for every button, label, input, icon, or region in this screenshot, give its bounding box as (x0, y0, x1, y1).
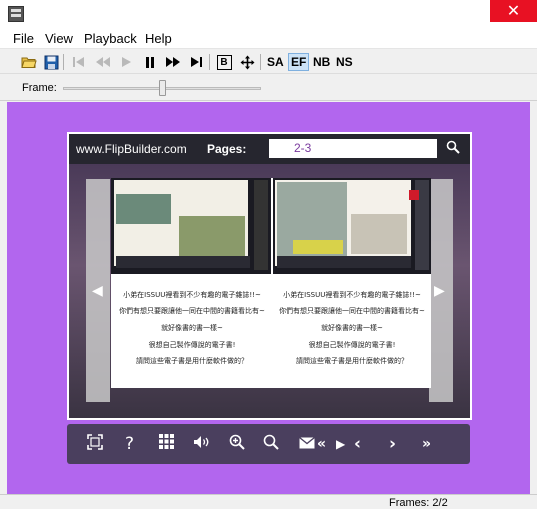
toolbar-separator (260, 54, 261, 70)
left-page-text-line: 小弟在ISSUU裡看到不少有趣的電子雜誌!!~ (123, 291, 261, 299)
last-page-icon[interactable]: » (422, 434, 431, 454)
thumbnails-icon[interactable] (159, 434, 174, 454)
flipbook-control-bar: ? « ▶ ‹ › » (67, 424, 470, 464)
next-page-arrow-icon[interactable]: ▶ (434, 283, 445, 299)
ns-button[interactable]: NS (334, 53, 355, 71)
flash-viewer: www.FlipBuilder.com Pages: 2-3 ◀ ▶ 小弟在IS… (7, 102, 530, 494)
menu-file[interactable]: File (13, 31, 34, 46)
pages-input[interactable]: 2-3 (269, 139, 437, 158)
cursor-image (409, 190, 419, 200)
zoom-in-icon[interactable] (229, 434, 245, 455)
first-frame-icon[interactable] (69, 52, 89, 72)
ef-button[interactable]: EF (288, 53, 310, 71)
toolbar-separator (63, 54, 64, 70)
open-folder-icon[interactable] (19, 52, 39, 72)
flipbook-window: www.FlipBuilder.com Pages: 2-3 ◀ ▶ 小弟在IS… (67, 132, 472, 420)
right-page-text-line: 你們有想只要跟讓他一同在中間的書籍看比有~ (279, 307, 425, 315)
pages-label: Pages: (207, 142, 247, 156)
left-page-text-line: 你們有想只要跟讓他一同在中間的書籍看比有~ (119, 307, 265, 315)
app-icon (8, 6, 24, 22)
thumbnail-strip (116, 256, 250, 268)
b-box-icon: B (216, 54, 232, 70)
next-page-icon[interactable]: › (389, 434, 396, 454)
magazine-photo (351, 214, 407, 254)
left-page-text-line: 請問這些電子書是用什麼軟件做的？ (136, 357, 248, 365)
flipbuilder-logo[interactable]: www.FlipBuilder.com (76, 142, 187, 156)
thumbnail-strip (277, 256, 411, 268)
balloons-image (293, 240, 343, 254)
play-icon[interactable]: ▶ (336, 434, 345, 454)
toolbar-separator (209, 54, 210, 70)
search-icon[interactable] (263, 434, 279, 455)
sidebar-strip (254, 180, 268, 270)
rewind-icon[interactable] (93, 52, 113, 72)
magazine-photo (116, 194, 171, 224)
sa-button[interactable]: SA (265, 53, 286, 71)
prev-page-arrow-icon[interactable]: ◀ (92, 283, 103, 299)
frame-bar: Frame: (0, 75, 537, 101)
title-bar: ✕ (0, 0, 537, 29)
play-icon[interactable] (116, 52, 136, 72)
menu-bar: File View Playback Help (0, 29, 537, 49)
pause-icon[interactable] (140, 52, 160, 72)
move-icon[interactable] (237, 52, 257, 72)
close-button[interactable]: ✕ (490, 0, 537, 22)
left-page-image (111, 178, 271, 274)
email-icon[interactable] (299, 434, 315, 454)
frame-slider-thumb[interactable] (158, 80, 166, 96)
save-icon[interactable] (41, 52, 61, 72)
search-icon[interactable] (445, 140, 461, 156)
magazine-photo (179, 216, 245, 256)
help-icon[interactable]: ? (125, 434, 134, 454)
frame-label: Frame: (22, 82, 57, 94)
toolbar: B SA EF NB NS (0, 50, 537, 74)
menu-help[interactable]: Help (145, 31, 172, 46)
background-toggle-button[interactable]: B (214, 52, 234, 72)
page-spread: 小弟在ISSUU裡看到不少有趣的電子雜誌!!~ 你們有想只要跟讓他一同在中間的書… (111, 178, 431, 388)
status-bar: Frames: 2/2 (0, 494, 537, 509)
first-page-icon[interactable]: « (317, 434, 326, 454)
right-page-text-line: 請問這些電子書是用什麼軟件做的？ (296, 357, 408, 365)
left-page-text-line: 很想自己製作傳說的電子書! (148, 341, 236, 349)
fullscreen-icon[interactable] (87, 434, 103, 455)
right-page-text-line: 就好像書的書一樣~ (321, 324, 383, 332)
previous-page-icon[interactable]: ‹ (354, 434, 361, 454)
right-page-text-line: 小弟在ISSUU裡看到不少有趣的電子雜誌!!~ (283, 291, 421, 299)
menu-playback[interactable]: Playback (84, 31, 137, 46)
last-frame-icon[interactable] (186, 52, 206, 72)
menu-view[interactable]: View (45, 31, 73, 46)
right-page-image (273, 178, 431, 274)
sound-icon[interactable] (193, 434, 210, 454)
left-page-text-line: 就好像書的書一樣~ (161, 324, 223, 332)
frames-status: Frames: 2/2 (389, 497, 448, 509)
right-page-text-line: 很想自己製作傳說的電子書! (308, 341, 396, 349)
fast-forward-icon[interactable] (163, 52, 183, 72)
nb-button[interactable]: NB (311, 53, 332, 71)
